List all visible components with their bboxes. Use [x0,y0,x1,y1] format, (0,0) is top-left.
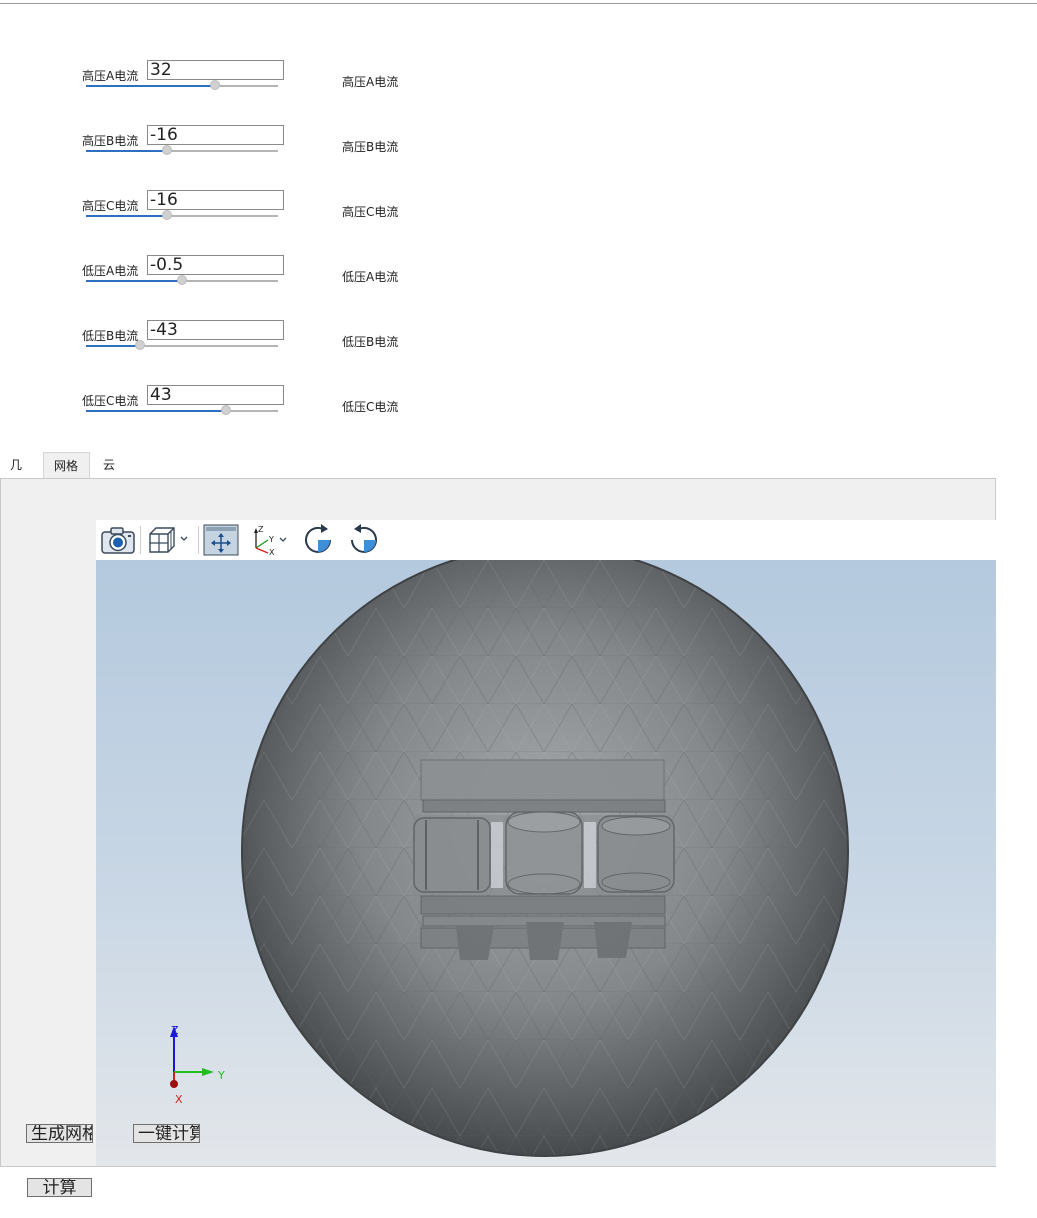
param-value-input[interactable] [147,60,284,80]
top-divider [0,3,1037,4]
tab-mesh[interactable]: 网格 [43,452,90,478]
winding-right [597,815,675,893]
slider-fill [86,410,227,412]
toolbar-separator [140,526,141,554]
slider-thumb[interactable] [177,275,187,285]
toolbar-separator [198,526,199,554]
param-output-label: 低压B电流 [342,335,399,349]
param-output-label: 高压A电流 [342,75,399,89]
param-slider[interactable] [86,210,278,220]
camera-icon[interactable] [100,524,136,556]
param-value-input[interactable] [147,125,284,145]
param-slider[interactable] [86,340,278,350]
param-output-label: 高压B电流 [342,140,399,154]
view-cube-icon[interactable] [146,524,192,556]
param-output-label: 低压A电流 [342,270,399,284]
generate-mesh-button[interactable]: 生成网格 [26,1124,93,1143]
param-label: 高压A电流 [82,69,139,83]
slider-fill [86,85,215,87]
param-row-hv-a: 高压A电流 高压A电流 [82,60,502,115]
svg-text:Y: Y [268,535,274,544]
axes-orientation-icon[interactable]: Z Y X [248,524,294,556]
tab-geometry[interactable]: 几何 [0,452,32,498]
axis-y-label: Y [217,1069,225,1082]
slider-fill [86,345,140,347]
param-slider[interactable] [86,145,278,155]
one-click-compute-button[interactable]: 一键计算 [133,1124,200,1143]
param-row-lv-c: 低压C电流 低压C电流 [82,385,502,440]
param-slider[interactable] [86,80,278,90]
rotate-clockwise-icon[interactable] [302,524,338,556]
svg-text:X: X [269,548,275,556]
param-row-lv-b: 低压B电流 低压B电流 [82,320,502,375]
param-row-hv-b: 高压B电流 高压B电流 [82,125,502,180]
slider-fill [86,215,167,217]
param-label: 低压A电流 [82,264,139,278]
slider-thumb[interactable] [221,405,232,415]
param-value-input[interactable] [147,190,284,210]
axis-x-label: X [175,1093,183,1106]
tab-contour-1[interactable]: 云图1 [93,452,125,524]
slider-thumb[interactable] [161,210,172,220]
param-output-label: 低压C电流 [342,400,399,414]
compute-button[interactable]: 计算 [27,1178,92,1197]
param-value-input[interactable] [147,385,284,405]
slider-fill [86,280,182,282]
rotate-counterclockwise-icon[interactable] [346,524,382,556]
param-label: 低压B电流 [82,329,139,343]
param-slider[interactable] [86,275,278,285]
axis-z-label: Z [171,1024,179,1037]
slider-thumb[interactable] [161,145,172,155]
fit-view-icon[interactable] [203,524,239,556]
svg-text:Z: Z [258,525,264,534]
param-label: 高压C电流 [82,199,139,213]
winding-left [413,817,491,893]
slider-thumb[interactable] [134,340,145,350]
viewport-3d[interactable]: Z Y X [96,560,996,1166]
param-label: 低压C电流 [82,394,139,408]
slider-thumb[interactable] [209,80,220,90]
param-output-label: 高压C电流 [342,205,399,219]
param-value-input[interactable] [147,255,284,275]
winding-center [505,811,583,895]
param-value-input[interactable] [147,320,284,340]
viewer-toolbar: Z Y X [96,520,996,560]
param-row-lv-a: 低压A电流 低压A电流 [82,255,502,310]
param-row-hv-c: 高压C电流 高压C电流 [82,190,502,245]
param-label: 高压B电流 [82,134,139,148]
slider-fill [86,150,167,152]
mesh-scene: Z Y X [170,560,849,1157]
param-slider[interactable] [86,405,278,415]
transformer-model [413,759,675,960]
